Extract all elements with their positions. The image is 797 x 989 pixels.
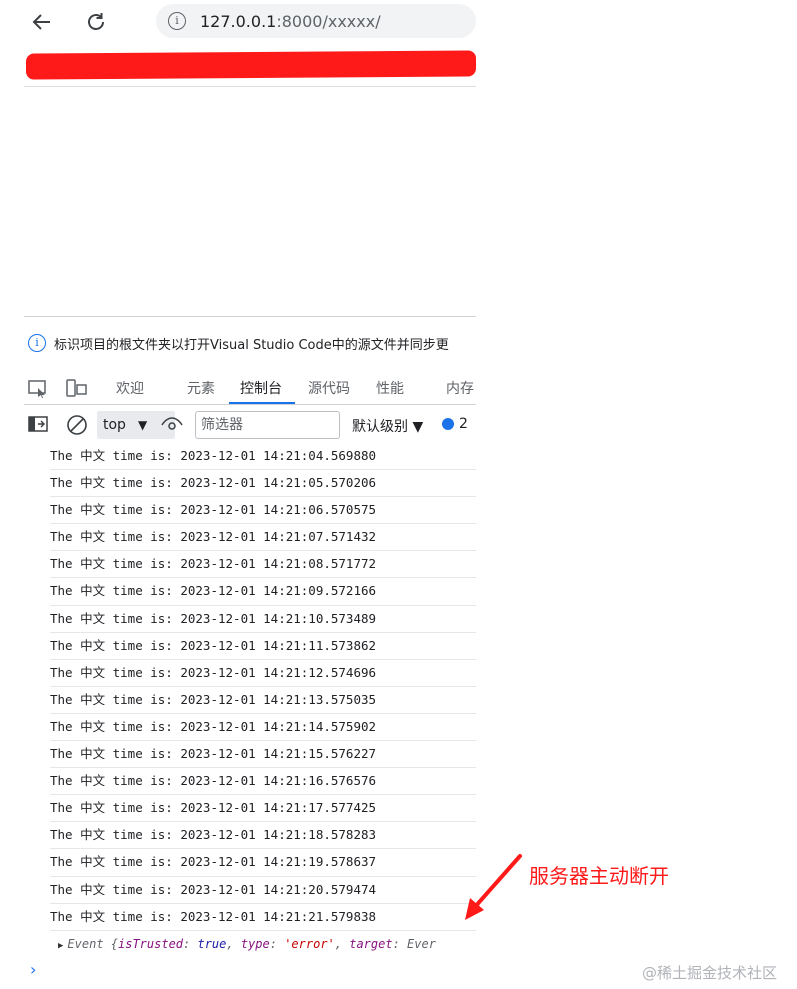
address-bar[interactable]: i 127.0.0.1:8000/xxxxx/ [156, 4, 476, 38]
issues-counter[interactable]: 2 [442, 416, 468, 432]
devtools-border [24, 316, 476, 317]
browser-toolbar: i 127.0.0.1:8000/xxxxx/ [24, 0, 476, 88]
console-prompt-icon[interactable]: › [30, 960, 36, 979]
console-message: The 中文 time is: 2023-12-01 14:21:10.5734… [50, 606, 476, 633]
console-log-list: The 中文 time is: 2023-12-01 14:21:04.5698… [50, 443, 476, 931]
tab-welcome[interactable]: 欢迎 [116, 378, 144, 398]
event-value: Ever [407, 937, 436, 951]
divider [24, 86, 476, 87]
console-message: The 中文 time is: 2023-12-01 14:21:20.5794… [50, 877, 476, 904]
console-message: The 中文 time is: 2023-12-01 14:21:12.5746… [50, 660, 476, 687]
console-message: The 中文 time is: 2023-12-01 14:21:18.5782… [50, 822, 476, 850]
reload-icon[interactable] [82, 8, 110, 36]
tab-performance[interactable]: 性能 [376, 378, 404, 398]
event-prefix: Event { [67, 937, 118, 951]
event-key: isTrusted [118, 937, 184, 951]
context-value: top [103, 417, 126, 433]
device-toolbar-icon[interactable] [66, 379, 88, 403]
redaction-mark [26, 50, 476, 80]
devtools-tabbar: 欢迎 元素 控制台 源代码 性能 内存 [24, 374, 476, 404]
console-message: The 中文 time is: 2023-12-01 14:21:04.5698… [50, 443, 476, 471]
url-host: 127.0.0.1 [200, 11, 277, 31]
tab-sources[interactable]: 源代码 [308, 378, 350, 398]
console-message: The 中文 time is: 2023-12-01 14:21:14.5759… [50, 714, 476, 742]
clear-console-icon[interactable] [66, 414, 88, 440]
event-key: type [240, 937, 270, 951]
event-value: 'error' [284, 937, 335, 951]
tab-elements[interactable]: 元素 [187, 378, 215, 398]
console-message: The 中文 time is: 2023-12-01 14:21:21.5798… [50, 904, 476, 931]
console-message: The 中文 time is: 2023-12-01 14:21:17.5774… [50, 795, 476, 823]
console-message: The 中文 time is: 2023-12-01 14:21:15.5762… [50, 741, 476, 769]
console-message: The 中文 time is: 2023-12-01 14:21:08.5717… [50, 551, 476, 579]
console-message: The 中文 time is: 2023-12-01 14:21:05.5702… [50, 470, 476, 498]
devtools-infobar[interactable]: i 标识项目的根文件夹以打开Visual Studio Code中的源文件并同步… [24, 332, 476, 354]
filter-input[interactable] [195, 411, 340, 439]
url-path: :8000/xxxxx/ [276, 11, 381, 31]
sidebar-toggle-icon[interactable] [28, 416, 48, 436]
issues-count: 2 [459, 416, 468, 432]
info-icon: i [28, 334, 46, 352]
console-message: The 中文 time is: 2023-12-01 14:21:11.5738… [50, 633, 476, 660]
expand-triangle-icon[interactable]: ▶ [58, 941, 63, 951]
inspect-element-icon[interactable] [28, 380, 48, 402]
eye-icon[interactable] [161, 417, 183, 437]
tab-memory[interactable]: 内存 [446, 378, 474, 398]
event-key: target [349, 937, 393, 951]
divider [24, 404, 476, 405]
infobar-text: 标识项目的根文件夹以打开Visual Studio Code中的源文件并同步更 [54, 337, 449, 353]
console-toolbar: top ▼ 默认级别 ▼ 2 [24, 408, 476, 442]
console-message: The 中文 time is: 2023-12-01 14:21:19.5786… [50, 849, 476, 877]
tab-console[interactable]: 控制台 [240, 378, 282, 398]
console-message: The 中文 time is: 2023-12-01 14:21:06.5705… [50, 497, 476, 525]
message-icon [442, 418, 454, 430]
annotation-label: 服务器主动断开 [529, 864, 669, 888]
console-message: The 中文 time is: 2023-12-01 14:21:07.5714… [50, 524, 476, 552]
log-levels-dropdown[interactable]: 默认级别 ▼ [352, 416, 423, 436]
event-value: true [197, 937, 227, 951]
console-message: The 中文 time is: 2023-12-01 14:21:16.5765… [50, 768, 476, 796]
annotation-arrow-icon [465, 854, 522, 920]
console-event-object[interactable]: ▶ Event {isTrusted: true, type: 'error', … [58, 933, 476, 955]
arrow-left-icon[interactable] [28, 8, 56, 36]
caret-down-icon: ▼ [137, 418, 148, 432]
console-message: The 中文 time is: 2023-12-01 14:21:09.5721… [50, 578, 476, 606]
info-icon[interactable]: i [168, 12, 186, 30]
console-message: The 中文 time is: 2023-12-01 14:21:13.5750… [50, 687, 476, 714]
watermark: @稀土掘金技术社区 [642, 964, 778, 982]
